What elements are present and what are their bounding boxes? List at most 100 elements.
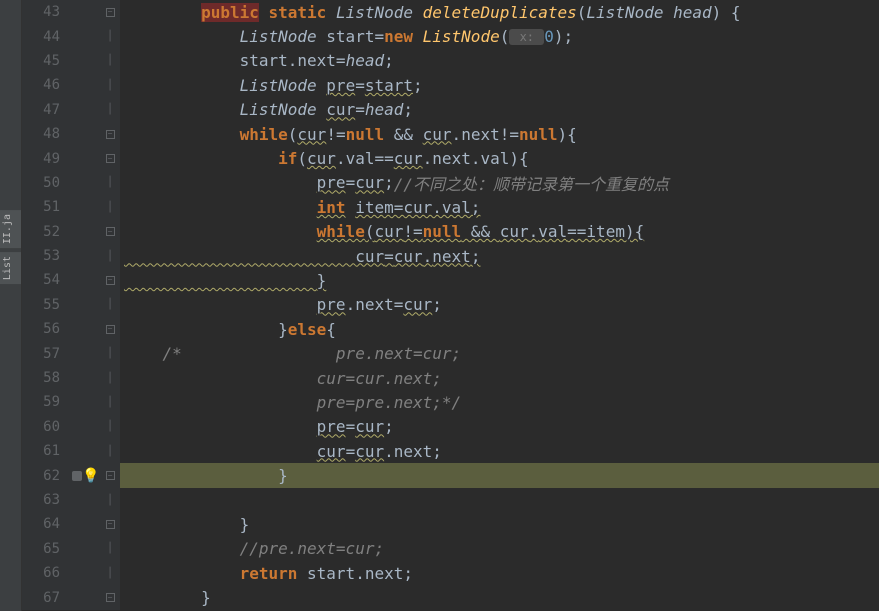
line-number[interactable]: 54	[22, 268, 72, 292]
code-line[interactable]: 66 │ return start.next;	[22, 561, 879, 585]
code-line[interactable]: 50 │ pre=cur;//不同之处：顺带记录第一个重复的点	[22, 171, 879, 195]
line-number[interactable]: 45	[22, 49, 72, 73]
code-line[interactable]: 62 💡− }	[22, 463, 879, 487]
line-number[interactable]: 56	[22, 317, 72, 341]
code-line[interactable]: 63 │	[22, 488, 879, 512]
code-content[interactable]: pre=pre.next;*/	[120, 390, 879, 414]
code-line[interactable]: 51 │ int item=cur.val;	[22, 195, 879, 219]
line-number[interactable]: 47	[22, 98, 72, 122]
fold-indicator[interactable]: │	[100, 439, 120, 463]
line-number[interactable]: 59	[22, 390, 72, 414]
code-line[interactable]: 55│ pre.next=cur;	[22, 293, 879, 317]
code-line[interactable]: 65 │ //pre.next=cur;	[22, 537, 879, 561]
fold-indicator[interactable]: │	[100, 341, 120, 365]
fold-indicator[interactable]: │	[100, 390, 120, 414]
code-content[interactable]: cur=cur.next;	[120, 439, 879, 463]
code-content[interactable]: //pre.next=cur;	[120, 537, 879, 561]
code-line[interactable]: 56 − }else{	[22, 317, 879, 341]
line-number[interactable]: 52	[22, 220, 72, 244]
breakpoint-icon[interactable]	[72, 471, 82, 481]
fold-indicator[interactable]: −	[100, 463, 120, 487]
code-content[interactable]: }	[120, 268, 879, 292]
line-number[interactable]: 57	[22, 341, 72, 365]
code-line[interactable]: 53 │ cur=cur.next;	[22, 244, 879, 268]
line-number[interactable]: 49	[22, 146, 72, 170]
fold-indicator[interactable]: −	[100, 122, 120, 146]
code-content[interactable]: public static ListNode deleteDuplicates(…	[120, 0, 879, 24]
line-number[interactable]: 46	[22, 73, 72, 97]
lightbulb-icon[interactable]: 💡	[82, 468, 99, 484]
code-content[interactable]: cur=cur.next;	[120, 244, 879, 268]
line-number[interactable]: 62	[22, 463, 72, 487]
code-content[interactable]: }	[120, 463, 879, 487]
line-number[interactable]: 44	[22, 24, 72, 48]
fold-indicator[interactable]: −	[100, 512, 120, 536]
code-content[interactable]: ListNode start=new ListNode( x: 0);	[120, 24, 879, 48]
fold-indicator[interactable]: │	[100, 537, 120, 561]
fold-indicator[interactable]: │	[100, 171, 120, 195]
code-content[interactable]: }else{	[120, 317, 879, 341]
line-number[interactable]: 64	[22, 512, 72, 536]
line-number[interactable]: 50	[22, 171, 72, 195]
line-number[interactable]: 53	[22, 244, 72, 268]
code-line[interactable]: 60 │ pre=cur;	[22, 415, 879, 439]
code-content[interactable]: ListNode cur=head;	[120, 98, 879, 122]
fold-indicator[interactable]: │	[100, 366, 120, 390]
tab-file1[interactable]: II.ja	[0, 210, 21, 248]
code-content[interactable]: return start.next;	[120, 561, 879, 585]
code-content[interactable]: cur=cur.next;	[120, 366, 879, 390]
code-content[interactable]: start.next=head;	[120, 49, 879, 73]
code-editor[interactable]: 43 − public static ListNode deleteDuplica…	[22, 0, 879, 611]
line-number[interactable]: 67	[22, 585, 72, 609]
line-number[interactable]: 43	[22, 0, 72, 24]
code-line[interactable]: 61 │ cur=cur.next;	[22, 439, 879, 463]
line-number[interactable]: 61	[22, 439, 72, 463]
code-line[interactable]: 48 − while(cur!=null && cur.next!=null){	[22, 122, 879, 146]
code-content[interactable]: /* pre.next=cur;	[120, 341, 879, 365]
tab-file2[interactable]: List	[0, 252, 21, 284]
line-number[interactable]: 51	[22, 195, 72, 219]
line-number[interactable]: 65	[22, 537, 72, 561]
code-line[interactable]: 43− public static ListNode deleteDuplica…	[22, 0, 879, 24]
code-line[interactable]: 64 − }	[22, 512, 879, 536]
line-number[interactable]: 48	[22, 122, 72, 146]
fold-indicator[interactable]: │	[100, 561, 120, 585]
code-line[interactable]: 57 │ /* pre.next=cur;	[22, 341, 879, 365]
code-content[interactable]: pre=cur;//不同之处：顺带记录第一个重复的点	[120, 171, 879, 195]
code-line[interactable]: 58 │ cur=cur.next;	[22, 366, 879, 390]
line-number[interactable]: 58	[22, 366, 72, 390]
code-line[interactable]: 47 │ ListNode cur=head;	[22, 98, 879, 122]
fold-indicator[interactable]: │	[100, 244, 120, 268]
code-content[interactable]: }	[120, 585, 879, 609]
line-number[interactable]: 66	[22, 561, 72, 585]
code-line[interactable]: 45 │ start.next=head;	[22, 49, 879, 73]
code-content[interactable]: while(cur!=null && cur.next!=null){	[120, 122, 879, 146]
code-content[interactable]: }	[120, 512, 879, 536]
code-line[interactable]: 54 − }	[22, 268, 879, 292]
code-line[interactable]: 52− while(cur!=null && cur.val==item){	[22, 220, 879, 244]
code-content[interactable]: ListNode pre=start;	[120, 73, 879, 97]
fold-indicator[interactable]: −	[100, 268, 120, 292]
fold-indicator[interactable]: −	[100, 317, 120, 341]
fold-indicator[interactable]: │	[100, 415, 120, 439]
fold-indicator[interactable]: │	[100, 195, 120, 219]
code-line[interactable]: 44 │ ListNode start=new ListNode( x: 0);	[22, 24, 879, 48]
fold-indicator[interactable]: │	[100, 49, 120, 73]
fold-indicator[interactable]: │	[100, 73, 120, 97]
fold-indicator[interactable]: │	[100, 293, 120, 317]
code-line[interactable]: 46 │ ListNode pre=start;	[22, 73, 879, 97]
line-number[interactable]: 63	[22, 488, 72, 512]
code-line[interactable]: 49 − if(cur.val==cur.next.val){	[22, 146, 879, 170]
code-content[interactable]: pre=cur;	[120, 415, 879, 439]
code-line[interactable]: 59 │ pre=pre.next;*/	[22, 390, 879, 414]
code-content[interactable]: if(cur.val==cur.next.val){	[120, 146, 879, 170]
fold-indicator[interactable]: −	[100, 585, 120, 609]
code-line[interactable]: 67 − }	[22, 585, 879, 609]
fold-indicator[interactable]: │	[100, 24, 120, 48]
code-content[interactable]: int item=cur.val;	[120, 195, 879, 219]
line-number[interactable]: 60	[22, 415, 72, 439]
fold-indicator[interactable]: │	[100, 98, 120, 122]
code-content[interactable]: while(cur!=null && cur.val==item){	[120, 220, 879, 244]
fold-indicator[interactable]: −	[100, 146, 120, 170]
fold-indicator[interactable]: │	[100, 488, 120, 512]
